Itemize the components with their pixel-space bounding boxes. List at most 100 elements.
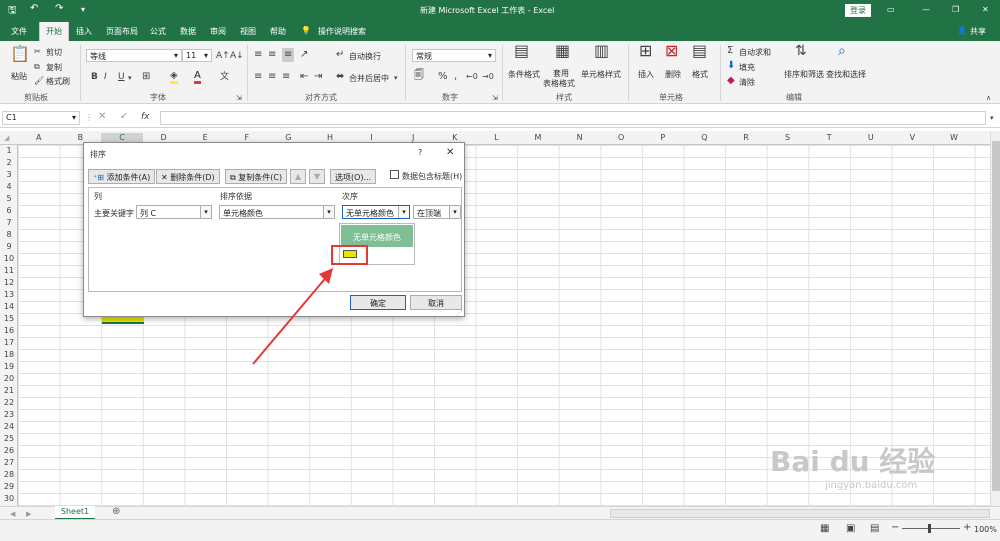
column-header-q[interactable]: Q — [684, 133, 726, 142]
underline-dropdown-icon[interactable]: ▾ — [128, 73, 132, 83]
phonetic-icon[interactable]: 文 — [220, 72, 229, 82]
move-up-icon[interactable]: ▲ — [290, 169, 306, 184]
header-checkbox[interactable] — [390, 170, 399, 179]
decrease-decimal-icon[interactable]: →0 — [482, 72, 494, 82]
insert-function-icon[interactable]: fx — [141, 112, 150, 122]
column-header-j[interactable]: J — [392, 133, 434, 142]
row-header-20[interactable]: 20 — [0, 374, 18, 383]
align-center-icon[interactable]: ≡ — [268, 72, 276, 82]
format-table-line2[interactable]: 表格格式 — [543, 78, 575, 89]
row-header-11[interactable]: 11 — [0, 266, 18, 275]
redo-icon[interactable]: ↷ — [55, 3, 63, 14]
column-header-l[interactable]: L — [476, 133, 518, 142]
row-header-23[interactable]: 23 — [0, 410, 18, 419]
font-dialog-launcher-icon[interactable]: ⇲ — [236, 93, 242, 103]
options-button[interactable]: 选项(O)... — [330, 169, 377, 184]
row-header-26[interactable]: 26 — [0, 446, 18, 455]
page-layout-view-icon[interactable]: ▣ — [846, 524, 855, 534]
quick-access-dropdown-icon[interactable]: ▾ — [81, 5, 85, 14]
prev-sheet-icon[interactable]: ◀ — [10, 509, 15, 519]
tab-file[interactable]: 文件 — [11, 26, 27, 37]
font-name-select[interactable]: 等线 ▾ — [86, 49, 182, 62]
paste-icon[interactable]: 📋 — [10, 46, 30, 62]
grow-font-icon[interactable]: A↑ — [216, 51, 230, 61]
row-header-18[interactable]: 18 — [0, 350, 18, 359]
save-icon[interactable]: 🖫 — [8, 3, 17, 20]
column-header-h[interactable]: H — [309, 133, 351, 142]
paste-button[interactable]: 粘贴 — [11, 71, 27, 82]
delete-level-button[interactable]: ✕ 删除条件(D) — [156, 169, 220, 184]
resize-grip-icon[interactable]: ⋰ — [456, 309, 463, 317]
insert-cells-button[interactable]: 插入 — [638, 69, 654, 80]
row-header-25[interactable]: 25 — [0, 434, 18, 443]
tab-review[interactable]: 审阅 — [210, 26, 226, 37]
column-header-k[interactable]: K — [434, 133, 476, 142]
tab-home[interactable]: 开始 — [39, 22, 69, 41]
row-header-16[interactable]: 16 — [0, 326, 18, 335]
align-middle-icon[interactable]: ≡ — [268, 50, 276, 60]
row-header-9[interactable]: 9 — [0, 242, 18, 251]
shrink-font-icon[interactable]: A↓ — [230, 51, 244, 61]
column-header-d[interactable]: D — [143, 133, 185, 142]
column-header-i[interactable]: I — [351, 133, 393, 142]
cut-button[interactable]: 剪切 — [46, 47, 62, 58]
row-header-14[interactable]: 14 — [0, 302, 18, 311]
sort-filter-button[interactable]: 排序和筛选 — [784, 69, 824, 80]
sheet-tab-sheet1[interactable]: Sheet1 — [55, 506, 95, 520]
column-header-u[interactable]: U — [850, 133, 892, 142]
find-select-button[interactable]: 查找和选择 — [826, 69, 866, 80]
ribbon-display-icon[interactable]: ▭ — [887, 5, 895, 14]
move-down-icon[interactable]: ▼ — [309, 169, 325, 184]
clear-button[interactable]: 清除 — [739, 77, 755, 88]
zoom-level[interactable]: 100% — [974, 525, 997, 534]
percent-icon[interactable]: % — [438, 72, 448, 82]
help-button[interactable]: ? — [418, 148, 422, 157]
tab-page-layout[interactable]: 页面布局 — [106, 26, 138, 37]
tab-view[interactable]: 视图 — [240, 26, 256, 37]
row-header-30[interactable]: 30 — [0, 494, 18, 503]
column-header-e[interactable]: E — [184, 133, 226, 142]
row-header-27[interactable]: 27 — [0, 458, 18, 467]
column-header-p[interactable]: P — [642, 133, 684, 142]
vertical-scrollbar[interactable] — [990, 131, 1000, 506]
search-hint[interactable]: 操作说明搜索 — [318, 26, 366, 37]
header-checkbox-label[interactable]: 数据包含标题(H) — [402, 171, 462, 182]
align-right-icon[interactable]: ≡ — [282, 72, 290, 82]
cancel-entry-icon[interactable]: ✕ — [98, 112, 106, 122]
column-header-n[interactable]: N — [559, 133, 601, 142]
minimize-icon[interactable]: — — [922, 5, 930, 14]
row-header-12[interactable]: 12 — [0, 278, 18, 287]
column-header-w[interactable]: W — [933, 133, 975, 142]
border-icon[interactable]: ⊞ — [142, 72, 150, 82]
name-box[interactable]: C1 ▾ — [2, 111, 80, 125]
login-button[interactable]: 登录 — [845, 4, 871, 17]
page-break-view-icon[interactable]: ▤ — [870, 524, 879, 534]
column-header-r[interactable]: R — [725, 133, 767, 142]
ok-button[interactable]: 确定 — [350, 295, 406, 310]
row-header-29[interactable]: 29 — [0, 482, 18, 491]
row-header-10[interactable]: 10 — [0, 254, 18, 263]
row-header-21[interactable]: 21 — [0, 386, 18, 395]
collapse-ribbon-icon[interactable]: ∧ — [986, 93, 991, 103]
row-header-13[interactable]: 13 — [0, 290, 18, 299]
zoom-out-icon[interactable]: − — [891, 523, 899, 533]
column-header-c[interactable]: C — [101, 133, 143, 142]
align-bottom-icon[interactable]: ≡ — [282, 48, 295, 62]
row-header-22[interactable]: 22 — [0, 398, 18, 407]
add-level-button[interactable]: ⁺⊞ 添加条件(A) — [88, 169, 156, 184]
accounting-format-icon[interactable]: 🗐 — [414, 71, 424, 81]
cell-styles-button[interactable]: 单元格样式 — [581, 69, 621, 80]
merge-center-button[interactable]: 合并后居中 — [349, 73, 389, 84]
column-header-s[interactable]: S — [767, 133, 809, 142]
align-left-icon[interactable]: ≡ — [254, 72, 262, 82]
column-header-a[interactable]: A — [18, 133, 60, 142]
add-sheet-icon[interactable]: ⊕ — [112, 507, 120, 517]
autosum-button[interactable]: 自动求和 — [739, 47, 771, 58]
normal-view-icon[interactable]: ▦ — [820, 524, 829, 534]
no-cell-color-option[interactable]: 无单元格颜色 — [341, 225, 413, 247]
restore-icon[interactable]: ❐ — [952, 5, 959, 14]
expand-formula-icon[interactable]: ▾ — [990, 113, 994, 123]
row-header-4[interactable]: 4 — [0, 182, 18, 191]
formula-input[interactable] — [160, 111, 986, 125]
copy-level-button[interactable]: ⧉ 复制条件(C) — [225, 169, 288, 184]
